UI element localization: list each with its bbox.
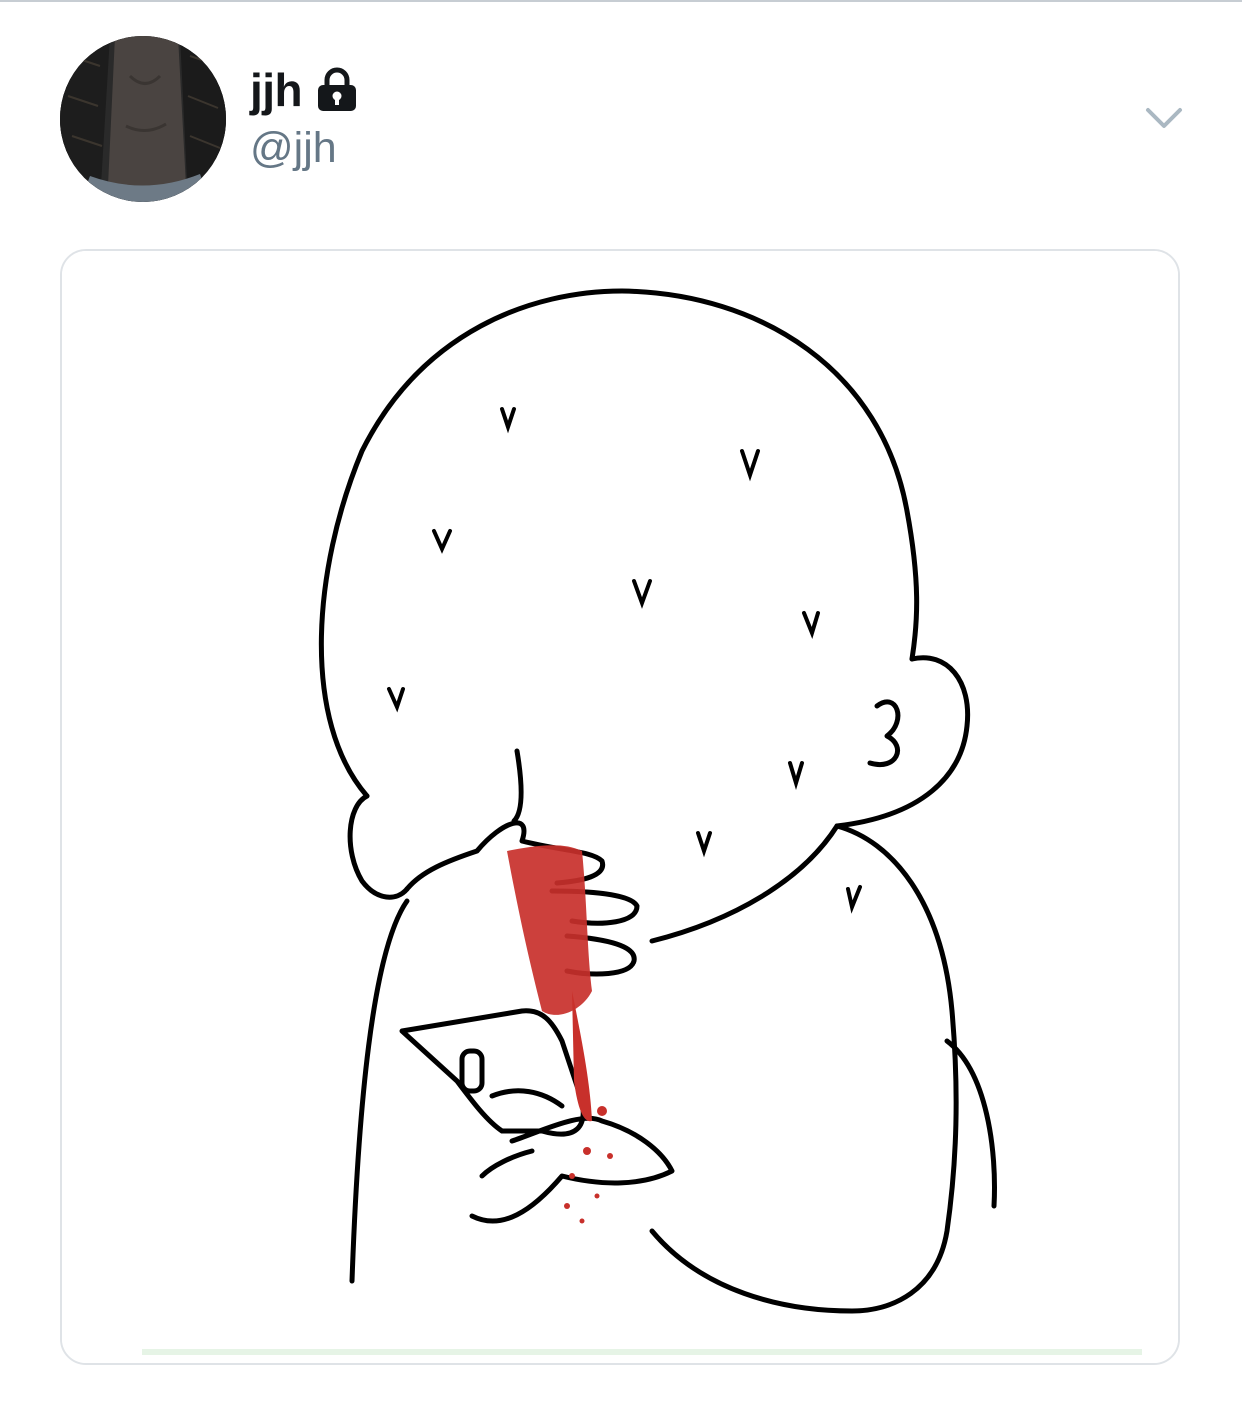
avatar[interactable] — [60, 36, 226, 202]
handle[interactable]: @jjh — [250, 124, 360, 173]
display-name[interactable]: jjh — [250, 63, 303, 117]
media-image[interactable] — [60, 249, 1180, 1365]
tweet-header: jjh @jjh — [0, 0, 1242, 230]
lock-icon — [314, 67, 360, 113]
chevron-down-icon[interactable] — [1142, 100, 1186, 136]
